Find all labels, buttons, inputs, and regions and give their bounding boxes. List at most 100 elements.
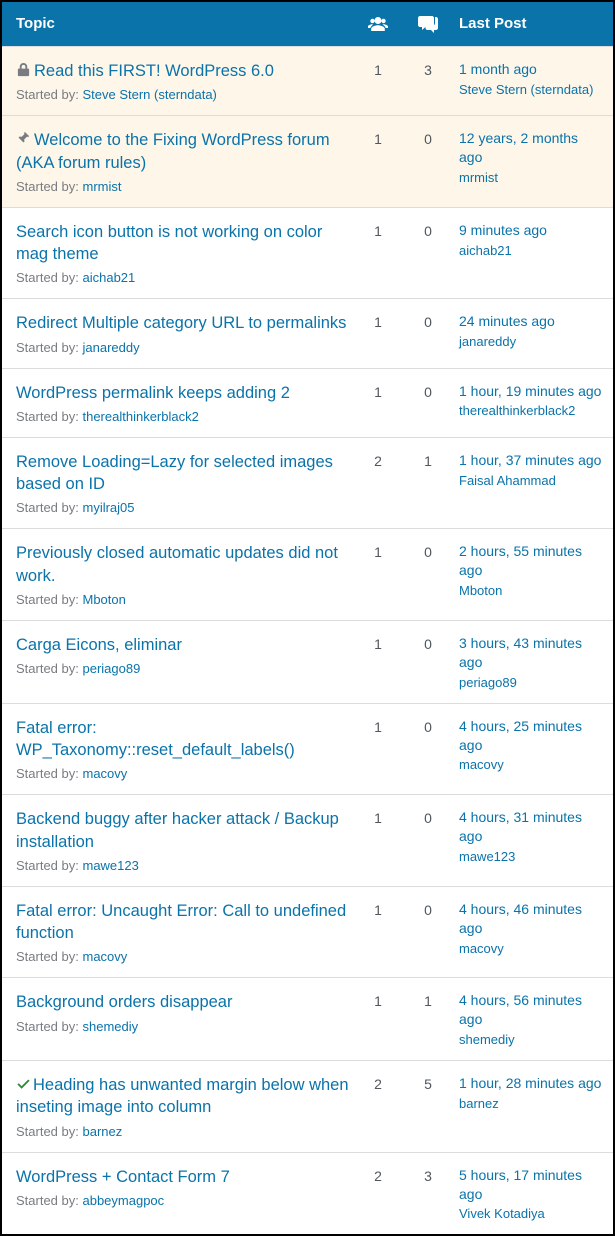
- topic-cell: Heading has unwanted margin below when i…: [2, 1074, 353, 1139]
- last-post-time[interactable]: 4 hours, 46 minutes ago: [459, 900, 605, 938]
- header-voices-icon: [353, 15, 403, 33]
- author-link[interactable]: macovy: [82, 766, 127, 781]
- last-post-cell: 1 month ago Steve Stern (sterndata): [453, 60, 613, 102]
- topic-title-link[interactable]: WordPress + Contact Form 7: [16, 1168, 230, 1186]
- voices-count: 1: [353, 991, 403, 1047]
- topic-title-link[interactable]: Background orders disappear: [16, 993, 232, 1011]
- last-post-time[interactable]: 1 hour, 37 minutes ago: [459, 451, 605, 470]
- comments-icon: [418, 15, 438, 33]
- last-post-author[interactable]: janareddy: [459, 334, 605, 349]
- table-row: Read this FIRST! WordPress 6.0 Started b…: [2, 46, 613, 115]
- author-link[interactable]: shemediy: [82, 1019, 138, 1034]
- replies-count: 0: [403, 634, 453, 690]
- replies-count: 0: [403, 312, 453, 354]
- author-link[interactable]: therealthinkerblack2: [82, 409, 198, 424]
- topic-title-link[interactable]: Read this FIRST! WordPress 6.0: [34, 62, 274, 80]
- started-by: Started by: Mboton: [16, 592, 353, 607]
- topic-title-wrap: Fatal error: Uncaught Error: Call to und…: [16, 900, 353, 945]
- last-post-author[interactable]: shemediy: [459, 1032, 605, 1047]
- last-post-time[interactable]: 3 hours, 43 minutes ago: [459, 634, 605, 672]
- last-post-author[interactable]: Faisal Ahammad: [459, 473, 605, 488]
- topic-title-wrap: Background orders disappear: [16, 991, 353, 1013]
- started-by-label: Started by:: [16, 766, 82, 781]
- last-post-author[interactable]: mawe123: [459, 849, 605, 864]
- topic-title-link[interactable]: Backend buggy after hacker attack / Back…: [16, 810, 339, 850]
- author-link[interactable]: macovy: [82, 949, 127, 964]
- last-post-author[interactable]: macovy: [459, 757, 605, 772]
- table-row: WordPress + Contact Form 7 Started by: a…: [2, 1152, 613, 1235]
- last-post-time[interactable]: 4 hours, 31 minutes ago: [459, 808, 605, 846]
- last-post-author[interactable]: barnez: [459, 1096, 605, 1111]
- topic-cell: Fatal error: Uncaught Error: Call to und…: [2, 900, 353, 965]
- started-by: Started by: barnez: [16, 1124, 353, 1139]
- replies-count: 3: [403, 1166, 453, 1222]
- last-post-time[interactable]: 5 hours, 17 minutes ago: [459, 1166, 605, 1204]
- table-row: Previously closed automatic updates did …: [2, 528, 613, 620]
- topic-title-wrap: Previously closed automatic updates did …: [16, 542, 353, 587]
- author-link[interactable]: barnez: [82, 1124, 122, 1139]
- replies-count: 0: [403, 129, 453, 194]
- topic-cell: Remove Loading=Lazy for selected images …: [2, 451, 353, 516]
- author-link[interactable]: mrmist: [82, 179, 121, 194]
- header-replies-icon: [403, 15, 453, 33]
- last-post-time[interactable]: 4 hours, 25 minutes ago: [459, 717, 605, 755]
- started-by: Started by: mawe123: [16, 858, 353, 873]
- last-post-author[interactable]: Mboton: [459, 583, 605, 598]
- last-post-author[interactable]: Vivek Kotadiya: [459, 1206, 605, 1221]
- check-icon: [16, 1077, 31, 1092]
- replies-count: 0: [403, 900, 453, 965]
- topic-title-link[interactable]: Previously closed automatic updates did …: [16, 544, 338, 584]
- last-post-author[interactable]: macovy: [459, 941, 605, 956]
- last-post-author[interactable]: aichab21: [459, 243, 605, 258]
- author-link[interactable]: abbeymagpoc: [82, 1193, 164, 1208]
- started-by: Started by: Steve Stern (sterndata): [16, 87, 353, 102]
- voices-count: 1: [353, 221, 403, 286]
- last-post-time[interactable]: 1 hour, 19 minutes ago: [459, 382, 605, 401]
- last-post-time[interactable]: 2 hours, 55 minutes ago: [459, 542, 605, 580]
- topic-title-link[interactable]: Welcome to the Fixing WordPress forum (A…: [16, 131, 330, 171]
- topic-title-link[interactable]: Heading has unwanted margin below when i…: [16, 1076, 349, 1116]
- topic-title-link[interactable]: Fatal error: WP_Taxonomy::reset_default_…: [16, 719, 295, 759]
- started-by-label: Started by:: [16, 858, 82, 873]
- author-link[interactable]: myilraj05: [82, 500, 134, 515]
- replies-count: 3: [403, 60, 453, 102]
- topic-title-link[interactable]: Fatal error: Uncaught Error: Call to und…: [16, 902, 346, 942]
- topic-cell: Read this FIRST! WordPress 6.0 Started b…: [2, 60, 353, 102]
- started-by-label: Started by:: [16, 500, 82, 515]
- author-link[interactable]: janareddy: [82, 340, 139, 355]
- last-post-cell: 4 hours, 46 minutes ago macovy: [453, 900, 613, 965]
- last-post-time[interactable]: 1 hour, 28 minutes ago: [459, 1074, 605, 1093]
- topic-title-link[interactable]: Carga Eicons, eliminar: [16, 636, 182, 654]
- topic-title-link[interactable]: Remove Loading=Lazy for selected images …: [16, 453, 333, 493]
- last-post-author[interactable]: therealthinkerblack2: [459, 403, 605, 418]
- voices-count: 1: [353, 312, 403, 354]
- topic-title-wrap: Search icon button is not working on col…: [16, 221, 353, 266]
- author-link[interactable]: Steve Stern (sterndata): [82, 87, 216, 102]
- author-link[interactable]: aichab21: [82, 270, 135, 285]
- last-post-time[interactable]: 24 minutes ago: [459, 312, 605, 331]
- voices-count: 2: [353, 451, 403, 516]
- topic-title-link[interactable]: Redirect Multiple category URL to permal…: [16, 314, 346, 332]
- last-post-time[interactable]: 9 minutes ago: [459, 221, 605, 240]
- topic-title-wrap: Redirect Multiple category URL to permal…: [16, 312, 353, 334]
- last-post-cell: 12 years, 2 months ago mrmist: [453, 129, 613, 194]
- author-link[interactable]: periago89: [82, 661, 140, 676]
- table-row: Fatal error: Uncaught Error: Call to und…: [2, 886, 613, 978]
- started-by: Started by: macovy: [16, 949, 353, 964]
- started-by: Started by: macovy: [16, 766, 353, 781]
- last-post-time[interactable]: 1 month ago: [459, 60, 605, 79]
- topic-title-link[interactable]: WordPress permalink keeps adding 2: [16, 384, 290, 402]
- topic-title-link[interactable]: Search icon button is not working on col…: [16, 223, 322, 263]
- replies-count: 0: [403, 382, 453, 424]
- last-post-author[interactable]: periago89: [459, 675, 605, 690]
- author-link[interactable]: Mboton: [82, 592, 125, 607]
- last-post-author[interactable]: Steve Stern (sterndata): [459, 82, 605, 97]
- started-by: Started by: myilraj05: [16, 500, 353, 515]
- voices-count: 1: [353, 808, 403, 873]
- last-post-cell: 4 hours, 56 minutes ago shemediy: [453, 991, 613, 1047]
- header-last-post: Last Post: [453, 15, 613, 33]
- last-post-time[interactable]: 12 years, 2 months ago: [459, 129, 605, 167]
- last-post-time[interactable]: 4 hours, 56 minutes ago: [459, 991, 605, 1029]
- last-post-author[interactable]: mrmist: [459, 170, 605, 185]
- author-link[interactable]: mawe123: [82, 858, 138, 873]
